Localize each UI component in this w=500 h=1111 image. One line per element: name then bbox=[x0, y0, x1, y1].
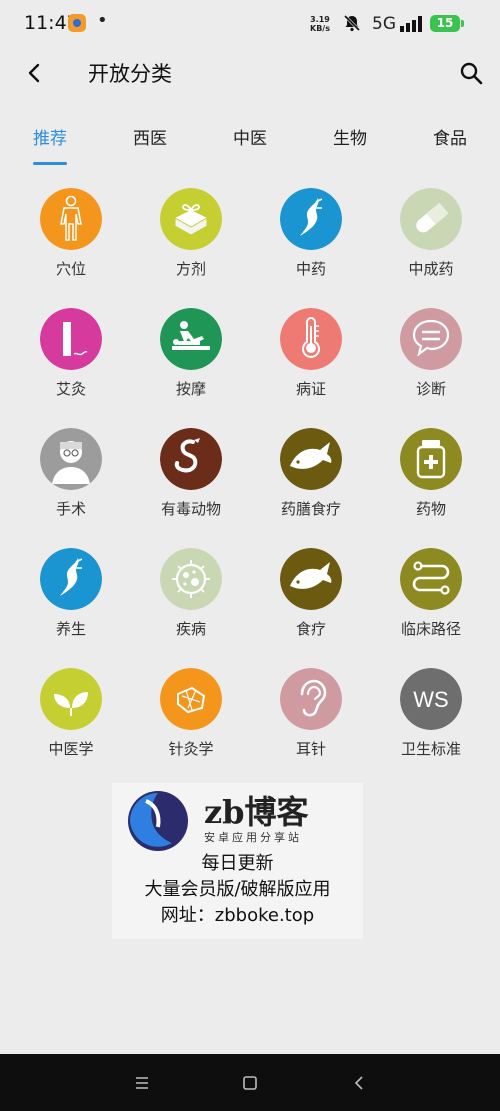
category-label: 方剂 bbox=[175, 260, 206, 278]
ginseng-icon bbox=[280, 188, 342, 250]
category-acupuncture[interactable]: 针灸学 bbox=[130, 668, 250, 788]
category-label: 养生 bbox=[55, 620, 86, 638]
category-surgery[interactable]: 手术 bbox=[10, 428, 130, 548]
category-acupoint[interactable]: 穴位 bbox=[10, 188, 130, 308]
fish-icon bbox=[280, 428, 342, 490]
banner-line-3: 网址：zbboke.top bbox=[160, 905, 315, 926]
category-health-preservation[interactable]: 养生 bbox=[10, 548, 130, 668]
category-label: 中成药 bbox=[408, 260, 454, 278]
virus-icon bbox=[160, 548, 222, 610]
category-label: 手术 bbox=[55, 500, 86, 518]
category-label: 有毒动物 bbox=[160, 500, 221, 518]
category-label: 艾灸 bbox=[55, 380, 86, 398]
banner-brand: zb博客 bbox=[204, 793, 309, 831]
ginseng-icon bbox=[40, 548, 102, 610]
home-icon[interactable] bbox=[238, 1071, 262, 1095]
tab-active-indicator bbox=[33, 162, 67, 165]
network-speed-value: 3.19 bbox=[310, 15, 330, 24]
battery-icon: 15 bbox=[430, 15, 464, 32]
category-label: 穴位 bbox=[55, 260, 86, 278]
category-moxibustion[interactable]: 艾灸 bbox=[10, 308, 130, 428]
snake-icon bbox=[160, 428, 222, 490]
tab-western-medicine[interactable]: 西医 bbox=[133, 124, 167, 149]
app-notification-icon bbox=[68, 14, 86, 32]
banner-line-1: 每日更新 bbox=[201, 853, 274, 874]
ear-icon bbox=[280, 668, 342, 730]
brand-logo-icon bbox=[128, 791, 188, 851]
category-chinese-herbs[interactable]: 中药 bbox=[250, 188, 370, 308]
status-bar: 11:47 • 3.19 KB/s 5G 15 bbox=[0, 0, 500, 50]
needle-icon bbox=[160, 668, 222, 730]
category-patent-medicine[interactable]: 中成药 bbox=[370, 188, 490, 308]
category-tcm[interactable]: 中医学 bbox=[10, 668, 130, 788]
promo-banner: zb博客 安卓应用分享站 每日更新 大量会员版/破解版应用 网址：zbboke.… bbox=[112, 783, 363, 939]
moxa-icon bbox=[40, 308, 102, 370]
network-speed: 3.19 KB/s bbox=[310, 15, 330, 33]
category-label: 病证 bbox=[295, 380, 326, 398]
category-tabs: 推荐 西医 中医 生物 食品 bbox=[0, 118, 500, 168]
path-icon bbox=[400, 548, 462, 610]
category-label: 诊断 bbox=[415, 380, 446, 398]
ws-icon-text: WS bbox=[413, 687, 448, 712]
category-health-standards[interactable]: WS 卫生标准 bbox=[370, 668, 490, 788]
fish-icon bbox=[280, 548, 342, 610]
medicine-bottle-icon bbox=[400, 428, 462, 490]
tab-chinese-medicine[interactable]: 中医 bbox=[233, 124, 267, 149]
status-dot: • bbox=[97, 10, 108, 31]
chat-icon bbox=[400, 308, 462, 370]
back-button[interactable] bbox=[22, 60, 48, 86]
banner-subtitle: 安卓应用分享站 bbox=[204, 831, 302, 844]
massage-icon bbox=[160, 308, 222, 370]
category-label: 卫生标准 bbox=[400, 740, 461, 758]
leaf-icon bbox=[40, 668, 102, 730]
category-label: 食疗 bbox=[295, 620, 326, 638]
herb-pack-icon bbox=[160, 188, 222, 250]
category-label: 针灸学 bbox=[168, 740, 214, 758]
network-type: 5G bbox=[372, 14, 396, 34]
category-label: 中医学 bbox=[48, 740, 94, 758]
banner-line-2: 大量会员版/破解版应用 bbox=[144, 879, 331, 900]
menu-icon[interactable] bbox=[130, 1071, 154, 1095]
system-navigation-bar bbox=[0, 1054, 500, 1111]
back-icon[interactable] bbox=[348, 1071, 372, 1095]
tab-biology[interactable]: 生物 bbox=[333, 124, 367, 149]
category-ear-acupuncture[interactable]: 耳针 bbox=[250, 668, 370, 788]
category-label: 按摩 bbox=[175, 380, 206, 398]
category-drugs[interactable]: 药物 bbox=[370, 428, 490, 548]
category-diagnosis[interactable]: 诊断 bbox=[370, 308, 490, 428]
signal-icon bbox=[400, 16, 422, 32]
category-clinical-pathway[interactable]: 临床路径 bbox=[370, 548, 490, 668]
category-diet-therapy[interactable]: 食疗 bbox=[250, 548, 370, 668]
tab-food[interactable]: 食品 bbox=[433, 124, 467, 149]
tab-recommend[interactable]: 推荐 bbox=[33, 124, 67, 149]
category-label: 中药 bbox=[295, 260, 326, 278]
category-massage[interactable]: 按摩 bbox=[130, 308, 250, 428]
category-label: 耳针 bbox=[295, 740, 326, 758]
network-speed-unit: KB/s bbox=[310, 24, 330, 33]
thermometer-icon bbox=[280, 308, 342, 370]
pill-icon bbox=[400, 188, 462, 250]
bell-muted-icon bbox=[343, 14, 361, 32]
category-medicinal-diet[interactable]: 药膳食疗 bbox=[250, 428, 370, 548]
surgeon-icon bbox=[40, 428, 102, 490]
category-label: 疾病 bbox=[175, 620, 206, 638]
category-label: 药膳食疗 bbox=[280, 500, 341, 518]
category-syndrome[interactable]: 病证 bbox=[250, 308, 370, 428]
category-disease[interactable]: 疾病 bbox=[130, 548, 250, 668]
category-label: 临床路径 bbox=[400, 620, 461, 638]
body-icon bbox=[40, 188, 102, 250]
ws-icon: WS bbox=[400, 668, 462, 730]
search-button[interactable] bbox=[458, 60, 484, 86]
category-formula[interactable]: 方剂 bbox=[130, 188, 250, 308]
page-title: 开放分类 bbox=[88, 62, 172, 86]
category-venomous-animals[interactable]: 有毒动物 bbox=[130, 428, 250, 548]
category-label: 药物 bbox=[415, 500, 446, 518]
